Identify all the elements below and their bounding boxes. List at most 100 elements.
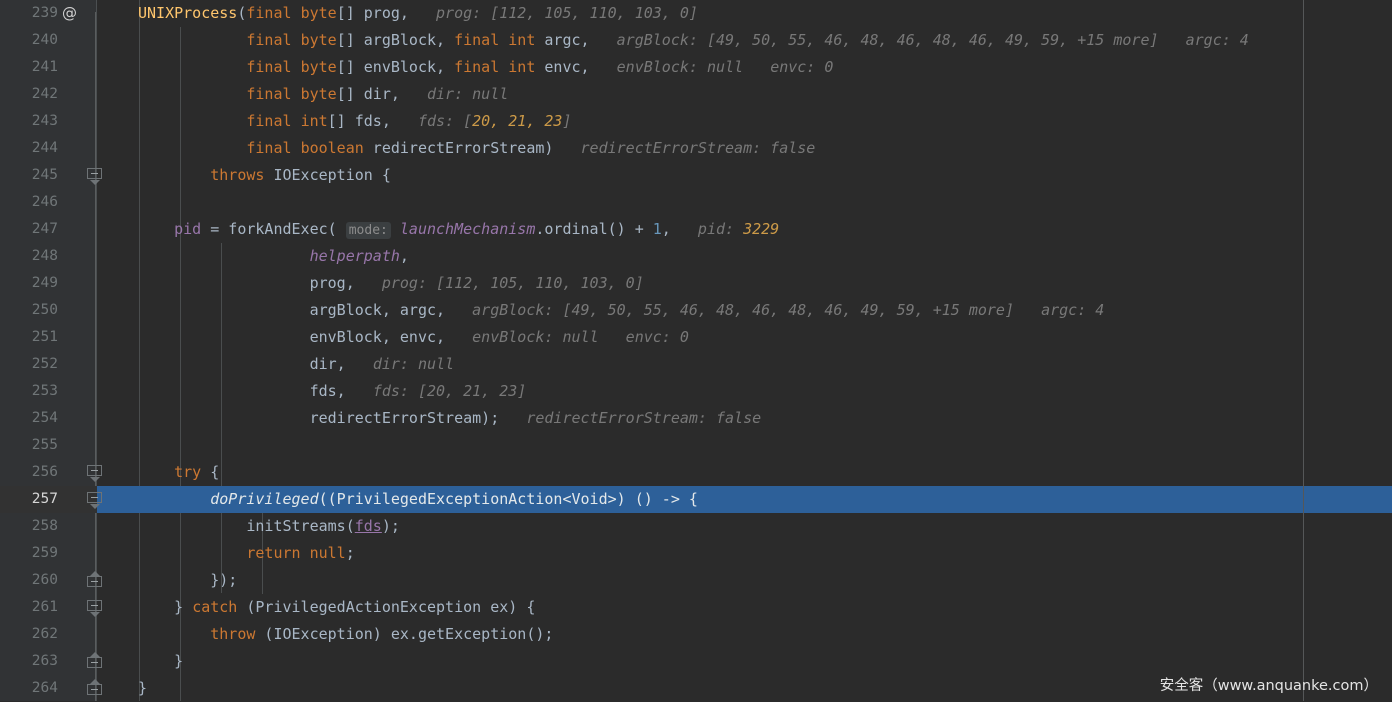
line-number[interactable]: 247	[0, 216, 58, 243]
line-number[interactable]: 241	[0, 54, 58, 81]
code-line[interactable]: 244 final boolean redirectErrorStream) r…	[0, 135, 1392, 162]
annotation-marker-icon[interactable]: @	[62, 0, 77, 27]
code-line[interactable]: 251 envBlock, envc, envBlock: null envc:…	[0, 324, 1392, 351]
code-line[interactable]: 254 redirectErrorStream); redirectErrorS…	[0, 405, 1392, 432]
code-text[interactable]: fds, fds: [20, 21, 23]	[138, 378, 527, 405]
code-text[interactable]: argBlock, argc, argBlock: [49, 50, 55, 4…	[138, 297, 1105, 324]
code-line[interactable]: 252 dir, dir: null	[0, 351, 1392, 378]
code-line[interactable]: 241 final byte[] envBlock, final int env…	[0, 54, 1392, 81]
fold-start-icon[interactable]	[87, 465, 104, 482]
line-number[interactable]: 244	[0, 135, 58, 162]
code-text[interactable]: });	[138, 567, 237, 594]
line-number[interactable]: 251	[0, 324, 58, 351]
code-line[interactable]: 262 throw (IOException) ex.getException(…	[0, 621, 1392, 648]
fold-end-icon[interactable]	[87, 679, 104, 701]
code-text[interactable]: doPrivileged((PrivilegedExceptionAction<…	[138, 486, 698, 513]
line-number[interactable]: 253	[0, 378, 58, 405]
fold-tip	[90, 652, 100, 657]
code-line[interactable]: 253 fds, fds: [20, 21, 23]	[0, 378, 1392, 405]
fold-minus-glyph	[91, 689, 98, 690]
code-text[interactable]: initStreams(fds);	[138, 513, 400, 540]
code-line[interactable]: 247 pid = forkAndExec( mode: launchMecha…	[0, 216, 1392, 243]
line-number[interactable]: 239	[0, 0, 58, 27]
code-line[interactable]: 258 initStreams(fds);	[0, 513, 1392, 540]
code-line[interactable]: 245 throws IOException {	[0, 162, 1392, 189]
code-text[interactable]: throw (IOException) ex.getException();	[138, 621, 553, 648]
code-text[interactable]: final byte[] dir, dir: null	[138, 81, 508, 108]
token-inlay: pid:	[697, 220, 744, 238]
line-number[interactable]: 249	[0, 270, 58, 297]
token-inlay: prog: [112, 105, 110, 103, 0]	[381, 274, 644, 292]
code-line[interactable]: 259 return null;	[0, 540, 1392, 567]
line-number[interactable]: 259	[0, 540, 58, 567]
code-line[interactable]: 261 } catch (PrivilegedActionException e…	[0, 594, 1392, 621]
fold-start-icon[interactable]	[87, 168, 104, 185]
line-number[interactable]: 240	[0, 27, 58, 54]
line-number[interactable]: 254	[0, 405, 58, 432]
fold-tip	[90, 180, 100, 185]
line-number[interactable]: 256	[0, 459, 58, 486]
code-text[interactable]: try {	[138, 459, 219, 486]
token-inlay: envBlock: null	[472, 328, 599, 346]
line-number[interactable]: 245	[0, 162, 58, 189]
line-number[interactable]: 258	[0, 513, 58, 540]
code-text[interactable]: final boolean redirectErrorStream) redir…	[138, 135, 815, 162]
code-text[interactable]: final byte[] argBlock, final int argc, a…	[138, 27, 1248, 54]
token-kw: final	[246, 139, 292, 157]
code-text[interactable]: dir, dir: null	[138, 351, 455, 378]
fold-end-icon[interactable]	[87, 571, 104, 593]
code-editor[interactable]: 239 @ UNIXProcess(final byte[] prog, prog:…	[0, 0, 1392, 701]
line-number[interactable]: 248	[0, 243, 58, 270]
code-text[interactable]: final int[] fds, fds: [20, 21, 23]	[138, 108, 571, 135]
code-text[interactable]: pid = forkAndExec( mode: launchMechanism…	[138, 216, 779, 243]
line-number[interactable]: 250	[0, 297, 58, 324]
code-text[interactable]: }	[138, 648, 183, 675]
code-line[interactable]: 260 });	[0, 567, 1392, 594]
code-line[interactable]: 242 final byte[] dir, dir: null	[0, 81, 1392, 108]
line-number[interactable]: 264	[0, 675, 58, 702]
code-line-current[interactable]: 257 doPrivileged((PrivilegedExceptionAct…	[0, 486, 1392, 513]
code-text[interactable]: throws IOException {	[138, 162, 391, 189]
code-line[interactable]: 246	[0, 189, 1392, 216]
line-number[interactable]: 262	[0, 621, 58, 648]
line-number[interactable]: 246	[0, 189, 58, 216]
line-number[interactable]: 261	[0, 594, 58, 621]
code-text[interactable]: }	[138, 675, 147, 702]
code-text[interactable]: redirectErrorStream); redirectErrorStrea…	[138, 405, 762, 432]
code-line[interactable]: 250 argBlock, argc, argBlock: [49, 50, 5…	[0, 297, 1392, 324]
code-text[interactable]: UNIXProcess(final byte[] prog, prog: [11…	[138, 0, 698, 27]
token-plain: }	[138, 652, 184, 670]
fold-start-icon[interactable]	[87, 600, 104, 617]
code-line[interactable]: 240 final byte[] argBlock, final int arg…	[0, 27, 1392, 54]
code-text[interactable]: return null;	[138, 540, 354, 567]
code-line[interactable]: 255	[0, 432, 1392, 459]
code-line[interactable]: 249 prog, prog: [112, 105, 110, 103, 0]	[0, 270, 1392, 297]
line-number[interactable]: 260	[0, 567, 58, 594]
code-line[interactable]: 263 }	[0, 648, 1392, 675]
code-text[interactable]: helperpath,	[138, 243, 409, 270]
code-text[interactable]: envBlock, envc, envBlock: null envc: 0	[138, 324, 689, 351]
line-number[interactable]: 242	[0, 81, 58, 108]
line-number[interactable]: 255	[0, 432, 58, 459]
code-text[interactable]: } catch (PrivilegedActionException ex) {	[138, 594, 535, 621]
line-number[interactable]: 252	[0, 351, 58, 378]
token-plain: IOException {	[264, 166, 391, 184]
token-kw: final	[246, 58, 292, 76]
code-text[interactable]: final byte[] envBlock, final int envc, e…	[138, 54, 833, 81]
code-line[interactable]: 239 @ UNIXProcess(final byte[] prog, prog:…	[0, 0, 1392, 27]
line-number[interactable]: 257	[0, 486, 58, 513]
code-text[interactable]: prog, prog: [112, 105, 110, 103, 0]	[138, 270, 644, 297]
line-number[interactable]: 263	[0, 648, 58, 675]
code-line[interactable]: 248 helperpath,	[0, 243, 1392, 270]
fold-end-icon[interactable]	[87, 652, 104, 674]
line-number[interactable]: 243	[0, 108, 58, 135]
code-line[interactable]: 256 try {	[0, 459, 1392, 486]
code-line[interactable]: 243 final int[] fds, fds: [20, 21, 23]	[0, 108, 1392, 135]
token-plain: redirectErrorStream)	[363, 139, 554, 157]
fold-start-icon[interactable]	[87, 492, 104, 509]
